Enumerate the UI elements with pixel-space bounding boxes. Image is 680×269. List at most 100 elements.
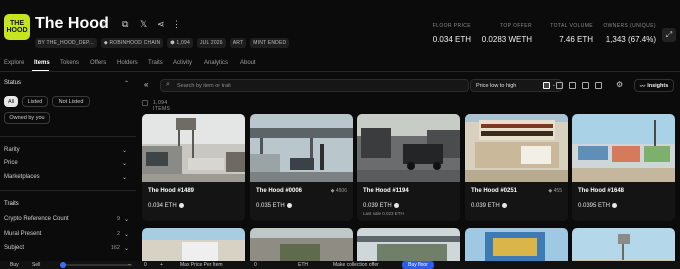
category-chip: ART	[229, 38, 247, 48]
stat-label: FLOOR PRICE	[432, 23, 471, 29]
filter-sidebar: Status ⌃ All Listed Not Listed Owned by …	[0, 74, 136, 269]
stat-value: 0.0283 WETH	[481, 35, 532, 44]
trait-crypto-reference-count[interactable]: Crypto Reference Count	[4, 216, 69, 222]
stat-total-volume: TOTAL VOLUME 7.46 ETH	[550, 23, 593, 44]
chevron-up-icon[interactable]: ⌃	[124, 80, 129, 87]
tab-tokens[interactable]: Tokens	[60, 60, 79, 66]
price-text: 0.039 ETH	[471, 203, 500, 210]
chain-chip: ◆ ROBINHOOD CHAIN	[100, 38, 164, 48]
nft-card[interactable]: The Hood #0006 ◆ 4506 0.035 ETH	[250, 114, 353, 221]
creator-chip[interactable]: BY THE_HOOD_DEP...	[35, 38, 97, 48]
tab-analytics[interactable]: Analytics	[204, 60, 228, 66]
list-view-icon[interactable]	[582, 82, 589, 89]
quantity-slider[interactable]	[62, 264, 132, 266]
tab-explore[interactable]: Explore	[4, 60, 24, 66]
price-text: 0.0395 ETH	[578, 203, 611, 210]
chevron-down-icon[interactable]: ⌄	[124, 231, 129, 238]
copy-icon[interactable]: ⧉	[122, 19, 128, 30]
logo-text: THE HOOD	[6, 20, 28, 34]
eth-icon	[612, 203, 618, 208]
insights-button[interactable]: 〰 Insights	[634, 79, 674, 92]
nft-image	[357, 114, 460, 182]
trait-subject[interactable]: Subject	[4, 245, 24, 251]
collection-header: THE HOOD The Hood ☆ ⧉ 𝕏 ⋖ ⋮ BY THE_HOOD_…	[0, 0, 680, 58]
chevron-down-icon[interactable]: ⌄	[122, 147, 127, 154]
search-input[interactable]	[177, 82, 457, 90]
tab-holders[interactable]: Holders	[117, 60, 138, 66]
collapse-sidebar-icon[interactable]: «	[144, 80, 148, 89]
sell-toggle[interactable]: Sell	[32, 262, 40, 268]
collection-meta-chips: BY THE_HOOD_DEP... ◆ ROBINHOOD CHAIN ⬢ 1…	[35, 38, 290, 48]
grid-small-view-icon[interactable]	[569, 82, 576, 89]
stat-floor-price: FLOOR PRICE 0.034 ETH	[433, 23, 471, 44]
make-collection-offer-button[interactable]: Make collection offer	[333, 262, 379, 268]
stat-value: 0.034 ETH	[432, 35, 471, 44]
minus-icon[interactable]: −	[128, 262, 131, 268]
max-price-input[interactable]: 0	[254, 262, 257, 268]
chevron-down-icon[interactable]: ⌄	[124, 216, 129, 223]
eth-icon	[393, 203, 399, 208]
gear-icon[interactable]: ⚙	[616, 80, 623, 89]
stat-label: TOTAL VOLUME	[550, 23, 593, 29]
nft-price: 0.039 ETH	[471, 203, 507, 209]
expand-icon[interactable]: ⤢	[662, 28, 676, 42]
grid-medium-view-icon[interactable]	[556, 82, 563, 89]
eth-icon	[178, 203, 184, 208]
x-social-icon[interactable]: 𝕏	[140, 19, 147, 30]
plus-icon[interactable]: +	[160, 262, 163, 268]
buy-toggle[interactable]: Buy	[10, 262, 19, 268]
buy-floor-button[interactable]: Buy floor	[402, 261, 434, 269]
status-listed-pill[interactable]: Listed	[22, 96, 48, 107]
share-icon[interactable]: ⋖	[157, 19, 165, 30]
divider	[0, 136, 136, 137]
filter-price[interactable]: Price	[4, 160, 18, 166]
nft-image	[465, 114, 568, 182]
tab-items[interactable]: Items	[34, 60, 50, 66]
more-icon[interactable]: ⋮	[172, 19, 181, 30]
collection-logo: THE HOOD	[4, 14, 30, 40]
nft-price: 0.0395 ETH	[578, 203, 618, 210]
filter-rarity[interactable]: Rarity	[4, 147, 20, 153]
chevron-down-icon[interactable]: ⌄	[122, 174, 127, 181]
tab-offers[interactable]: Offers	[90, 60, 106, 66]
chevron-down-icon[interactable]: ⌄	[124, 245, 129, 252]
sort-label: Price low to high	[476, 82, 517, 89]
nft-name: The Hood #1648	[578, 188, 625, 194]
slider-handle[interactable]	[60, 262, 66, 268]
trait-mural-present[interactable]: Mural Present	[4, 231, 41, 237]
nft-rank: ◆ 4506	[330, 188, 347, 194]
search-box[interactable]: ⌕	[160, 79, 469, 92]
star-icon[interactable]: ☆	[100, 19, 108, 30]
table-view-icon[interactable]	[595, 82, 602, 89]
chart-icon: 〰	[639, 83, 646, 90]
nft-image	[572, 114, 675, 182]
select-all-checkbox[interactable]	[142, 100, 148, 106]
nft-image	[250, 114, 353, 182]
price-text: 0.035 ETH	[256, 203, 285, 210]
tab-about[interactable]: About	[240, 60, 256, 66]
quantity-value[interactable]: 0	[144, 262, 147, 268]
nft-card[interactable]: The Hood #0251 ◆ 455 0.039 ETH	[465, 114, 568, 221]
status-all-pill[interactable]: All	[4, 96, 18, 107]
status-title[interactable]: Status	[4, 80, 21, 86]
nft-price: 0.039 ETH	[363, 203, 399, 209]
nft-card[interactable]: The Hood #1648 0.0395 ETH	[572, 114, 675, 221]
eth-icon	[501, 203, 507, 208]
stat-label: OWNERS (UNIQUE)	[603, 23, 656, 29]
tab-activity[interactable]: Activity	[173, 60, 192, 66]
price-text: 0.039 ETH	[363, 203, 392, 210]
stat-owners: OWNERS (UNIQUE) 1,343 (67.4%)	[603, 23, 656, 44]
tab-traits[interactable]: Traits	[148, 60, 163, 66]
nft-price: 0.035 ETH	[256, 203, 292, 209]
owned-by-you-pill[interactable]: Owned by you	[4, 112, 50, 124]
items-count: 1,094 ITEMS	[153, 100, 171, 112]
nft-name: The Hood #1489	[148, 188, 195, 194]
status-not-listed-pill[interactable]: Not Listed	[52, 96, 90, 107]
traits-title: Traits	[4, 201, 19, 207]
nft-rank: ◆ 455	[548, 188, 562, 194]
chevron-down-icon[interactable]: ⌄	[122, 160, 127, 167]
filter-marketplaces[interactable]: Marketplaces	[4, 174, 40, 180]
nft-card[interactable]: The Hood #1194 0.039 ETH Last sale 0.023…	[357, 114, 460, 221]
grid-large-view-icon[interactable]	[543, 82, 550, 89]
nft-card[interactable]: The Hood #1489 0.034 ETH	[142, 114, 245, 221]
